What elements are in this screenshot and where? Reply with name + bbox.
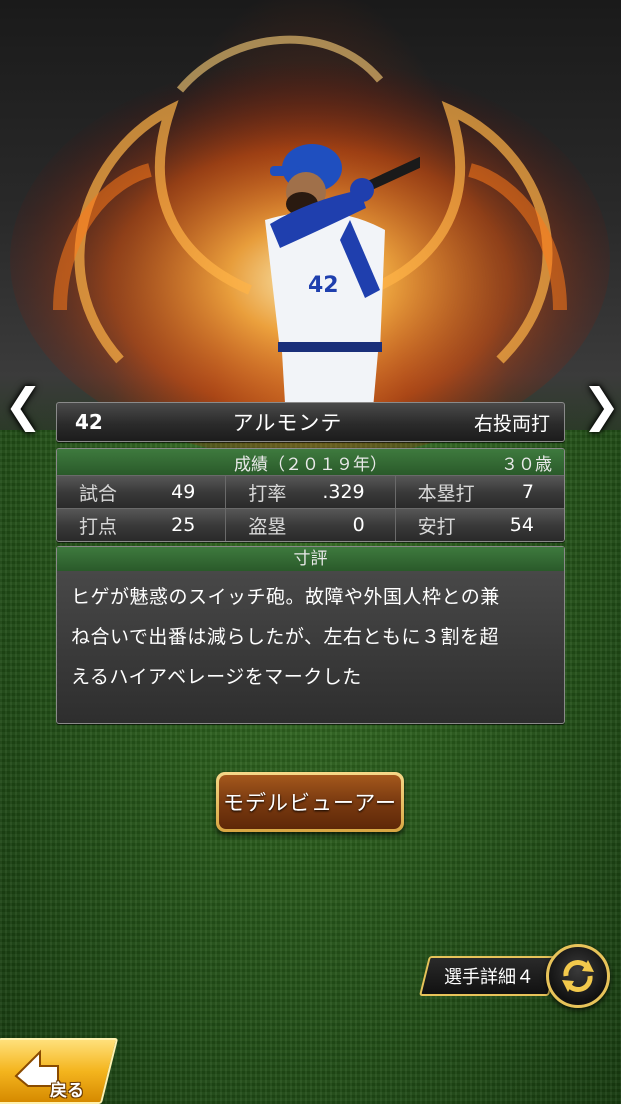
player-name: アルモンテ [232, 411, 343, 435]
player-detail-screen: 42 ❮ ❯ 42 アルモンテ 右投両打 成績（２０１９年） ３０歳 試合 49… [0, 0, 621, 1104]
next-player-arrow[interactable]: ❯ [582, 378, 621, 432]
player-number: 42 [75, 410, 103, 434]
refresh-arrows-icon [562, 960, 594, 992]
cycle-detail-button[interactable] [546, 944, 610, 1008]
stat-value: 7 [521, 481, 534, 503]
comment-line: ヒゲが魅惑のスイッチ砲。故障や外国人枠との兼 [71, 586, 500, 608]
comment-line: えるハイアベレージをマークした [71, 666, 362, 688]
player-age: ３０歳 [501, 454, 552, 475]
stats-table: 成績（２０１９年） ３０歳 試合 49 打率 .329 本塁打 7 打点 25 [56, 448, 565, 542]
stat-label: 本塁打 [417, 482, 475, 505]
player-detail-button[interactable]: 選手詳細４ [419, 956, 559, 996]
comment-text: ヒゲが魅惑のスイッチ砲。故障や外国人枠との兼 ね合いで出番は減らしたが、左右とも… [57, 571, 564, 697]
stat-hits: 安打 54 [395, 509, 564, 541]
stat-home-runs: 本塁打 7 [395, 476, 564, 508]
stats-row: 試合 49 打率 .329 本塁打 7 [57, 475, 564, 508]
stat-label: 安打 [417, 515, 456, 538]
previous-player-arrow[interactable]: ❮ [4, 378, 43, 432]
stat-stolen-bases: 盗塁 0 [226, 509, 396, 541]
back-button[interactable]: 戻る [0, 1038, 119, 1104]
stat-label: 盗塁 [248, 515, 287, 538]
comment-header: 寸評 [57, 547, 564, 571]
stats-row: 打点 25 盗塁 0 安打 54 [57, 508, 564, 541]
stat-games: 試合 49 [57, 476, 227, 508]
comment-line: ね合いで出番は減らしたが、左右ともに３割を超 [71, 626, 500, 648]
stats-title: 成績（２０１９年） [234, 454, 387, 475]
stat-label: 試合 [79, 482, 118, 505]
stats-header: 成績（２０１９年） ３０歳 [57, 449, 564, 475]
stat-rbi: 打点 25 [57, 509, 227, 541]
model-viewer-label: モデルビューアー [219, 775, 401, 829]
stat-label: 打率 [248, 482, 287, 505]
stat-label: 打点 [79, 515, 118, 538]
stat-value: 54 [509, 514, 534, 536]
stat-batting-average: 打率 .329 [226, 476, 396, 508]
player-image: 42 [265, 144, 420, 420]
player-handedness: 右投両打 [473, 412, 550, 435]
stat-value: .329 [322, 481, 365, 503]
model-viewer-button[interactable]: モデルビューアー [216, 772, 404, 832]
stat-value: 25 [171, 514, 196, 536]
comment-panel: 寸評 ヒゲが魅惑のスイッチ砲。故障や外国人枠との兼 ね合いで出番は減らしたが、左… [56, 546, 565, 724]
player-name-bar: 42 アルモンテ 右投両打 [56, 402, 565, 442]
svg-text:42: 42 [308, 273, 339, 298]
stat-value: 0 [352, 514, 365, 536]
player-detail-label: 選手詳細４ [444, 967, 534, 988]
stat-value: 49 [171, 481, 196, 503]
back-label: 戻る [50, 1081, 84, 1101]
